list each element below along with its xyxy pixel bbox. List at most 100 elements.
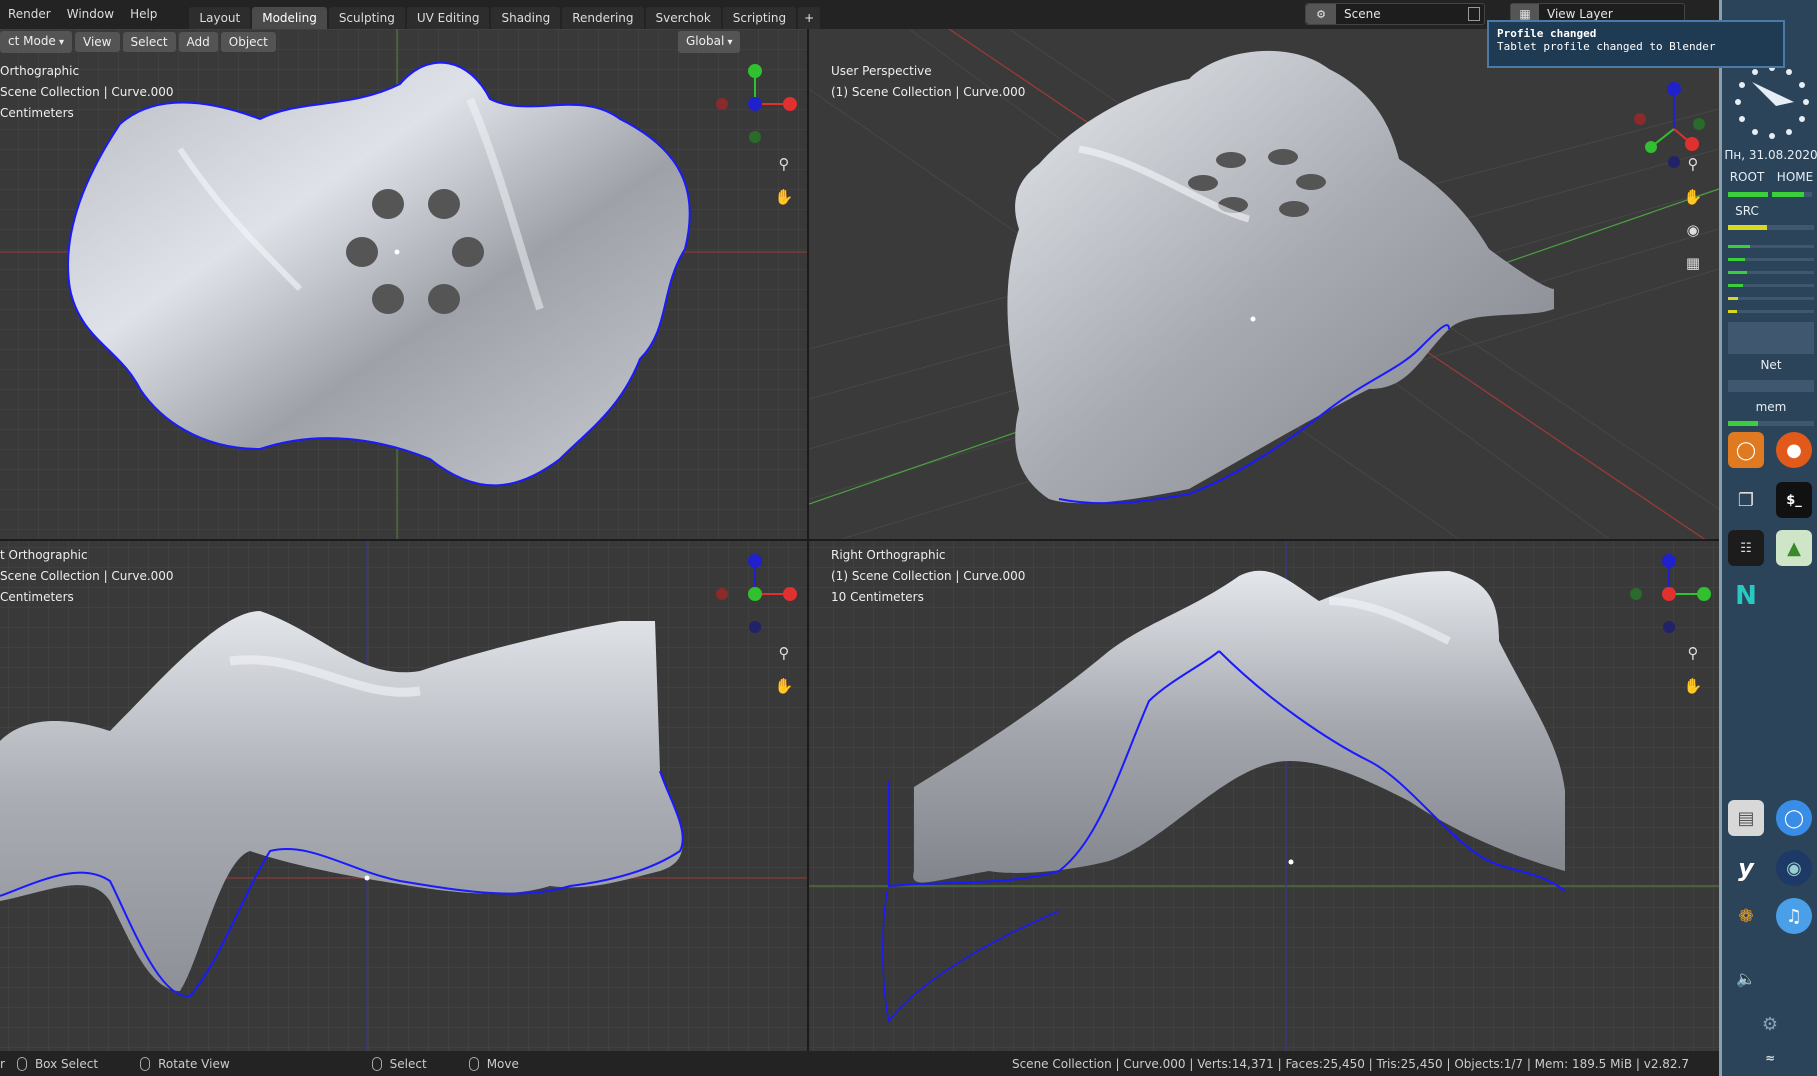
clock-icon	[1735, 65, 1809, 139]
add-workspace-button[interactable]: +	[798, 7, 821, 29]
cpu-meter-2	[1728, 258, 1814, 261]
notification-body: Tablet profile changed to Blender	[1497, 40, 1716, 53]
viewport-name: t Orthographic	[0, 548, 88, 562]
grid-icon[interactable]: ▦	[1681, 251, 1705, 275]
firefox-icon[interactable]: ●	[1776, 432, 1812, 468]
color-picker-icon[interactable]: ❁	[1728, 898, 1764, 934]
scene-name: Scene	[1344, 7, 1381, 21]
viewport-header: ct Mode View Select Add Object Global	[0, 29, 807, 55]
tab-modeling[interactable]: Modeling	[252, 7, 327, 29]
scene-selector[interactable]: ⚙ Scene	[1305, 3, 1485, 25]
viewport-name: Orthographic	[0, 64, 80, 78]
menu-render[interactable]: Render	[0, 0, 59, 29]
y-app-icon[interactable]: y	[1728, 850, 1764, 886]
axis-gizmo[interactable]	[710, 59, 800, 149]
file-cabinet-icon[interactable]: ▤	[1728, 800, 1764, 836]
neovim-icon[interactable]: N	[1728, 578, 1764, 614]
network-graph	[1728, 322, 1814, 354]
status-box-select: Box Select	[34, 1056, 99, 1071]
select-menu[interactable]: Select	[122, 32, 176, 52]
mem-label: mem	[1755, 400, 1787, 414]
src-meter	[1728, 225, 1814, 230]
mouse-left-icon	[16, 1056, 27, 1071]
monitor-icon[interactable]: ☷	[1728, 530, 1764, 566]
root-meter	[1728, 192, 1768, 197]
system-panel: Пн, 31.08.2020 ROOT HOME SRC Net mem ◯ ●…	[1719, 0, 1817, 1076]
status-bar: r Box Select Rotate View Select Move Sce…	[0, 1051, 1719, 1076]
view-menu[interactable]: View	[75, 32, 120, 52]
image-viewer-icon[interactable]: ▲	[1776, 530, 1812, 566]
hand-icon[interactable]: ✋	[1681, 674, 1705, 698]
home-meter	[1772, 192, 1812, 197]
net-meter	[1728, 380, 1814, 392]
scene-icon: ⚙	[1306, 4, 1336, 24]
status-rotate-view: Rotate View	[158, 1056, 230, 1071]
viewport-scale: 10 Centimeters	[831, 590, 924, 604]
lens-icon[interactable]: ◉	[1776, 850, 1812, 886]
viewport-collection: (1) Scene Collection | Curve.000	[831, 569, 1026, 583]
music-icon[interactable]: ♫	[1776, 898, 1812, 934]
mouse-right-icon	[468, 1056, 479, 1071]
menu-window[interactable]: Window	[59, 0, 122, 29]
zoom-icon[interactable]: ⚲	[772, 152, 796, 176]
viewport-collection: (1) Scene Collection | Curve.000	[831, 85, 1026, 99]
copy-icon[interactable]	[1468, 7, 1480, 21]
tab-scripting[interactable]: Scripting	[722, 7, 797, 29]
menu-help[interactable]: Help	[122, 0, 165, 29]
zoom-icon[interactable]: ⚲	[1681, 152, 1705, 176]
camera-icon[interactable]: ◉	[1681, 218, 1705, 242]
help-icon[interactable]: ⚙	[1752, 1006, 1788, 1042]
mute-icon[interactable]: 🔈	[1728, 960, 1764, 996]
add-menu[interactable]: Add	[178, 32, 218, 52]
hand-icon[interactable]: ✋	[1681, 185, 1705, 209]
tab-sculpting[interactable]: Sculpting	[328, 7, 405, 29]
tab-uv-editing[interactable]: UV Editing	[406, 7, 490, 29]
viewport-top-left[interactable]: ct Mode View Select Add Object Global Or…	[0, 29, 807, 539]
chrome-icon[interactable]: ◯	[1776, 800, 1812, 836]
blender-icon[interactable]: ◯	[1728, 432, 1764, 468]
axis-gizmo[interactable]	[1624, 549, 1714, 639]
tab-rendering[interactable]: Rendering	[562, 7, 644, 29]
viewport-top-right[interactable]: User Perspective (1) Scene Collection | …	[809, 29, 1719, 539]
hand-icon[interactable]: ✋	[772, 674, 796, 698]
viewport-bottom-right[interactable]: Right Orthographic (1) Scene Collection …	[809, 541, 1719, 1051]
hand-icon[interactable]: ✋	[772, 185, 796, 209]
viewport-collection: Scene Collection | Curve.000	[0, 569, 174, 583]
status-select: Select	[389, 1056, 427, 1071]
viewport-divider-horizontal[interactable]	[0, 539, 1719, 541]
windows-icon[interactable]: ❐	[1728, 482, 1764, 518]
cpu-meter-5	[1728, 297, 1814, 300]
viewport-name: Right Orthographic	[831, 548, 946, 562]
status-scene-info: Scene Collection | Curve.000 | Verts:14,…	[1011, 1056, 1689, 1071]
viewport-name: User Perspective	[831, 64, 932, 78]
tab-shading[interactable]: Shading	[491, 7, 561, 29]
axis-gizmo[interactable]	[710, 549, 800, 639]
mouse-left-icon	[371, 1056, 382, 1071]
tab-sverchok[interactable]: Sverchok	[645, 7, 721, 29]
zoom-icon[interactable]: ⚲	[1681, 641, 1705, 665]
viewport-bottom-left[interactable]: t Orthographic Scene Collection | Curve.…	[0, 541, 807, 1051]
transform-orientation-dropdown[interactable]: Global	[678, 31, 741, 53]
disk-src-label: SRC	[1735, 204, 1759, 218]
workspace-tabs: Layout Modeling Sculpting UV Editing Sha…	[189, 7, 821, 29]
zoom-icon[interactable]: ⚲	[772, 641, 796, 665]
viewport-grid	[809, 29, 1719, 539]
viewport-scale: Centimeters	[0, 590, 74, 604]
view-layer-name: View Layer	[1547, 7, 1613, 21]
mouse-middle-icon	[140, 1056, 151, 1071]
wifi-icon[interactable]: ≈	[1752, 1046, 1788, 1070]
net-label: Net	[1760, 358, 1782, 372]
cpu-meter-1	[1728, 245, 1814, 248]
disk-root-label: ROOT	[1729, 170, 1765, 184]
disk-home-label: HOME	[1776, 170, 1814, 184]
viewport-grid	[0, 541, 807, 1051]
object-menu[interactable]: Object	[220, 32, 276, 52]
notification-title: Profile changed	[1497, 27, 1597, 40]
top-bar: Render Window Help Layout Modeling Sculp…	[0, 0, 1719, 29]
cpu-meter-3	[1728, 271, 1814, 274]
mode-dropdown[interactable]: ct Mode	[0, 31, 73, 53]
viewport-grid	[809, 541, 1719, 1051]
tab-layout[interactable]: Layout	[189, 7, 251, 29]
terminal-icon[interactable]: $_	[1776, 482, 1812, 518]
status-move: Move	[486, 1056, 519, 1071]
